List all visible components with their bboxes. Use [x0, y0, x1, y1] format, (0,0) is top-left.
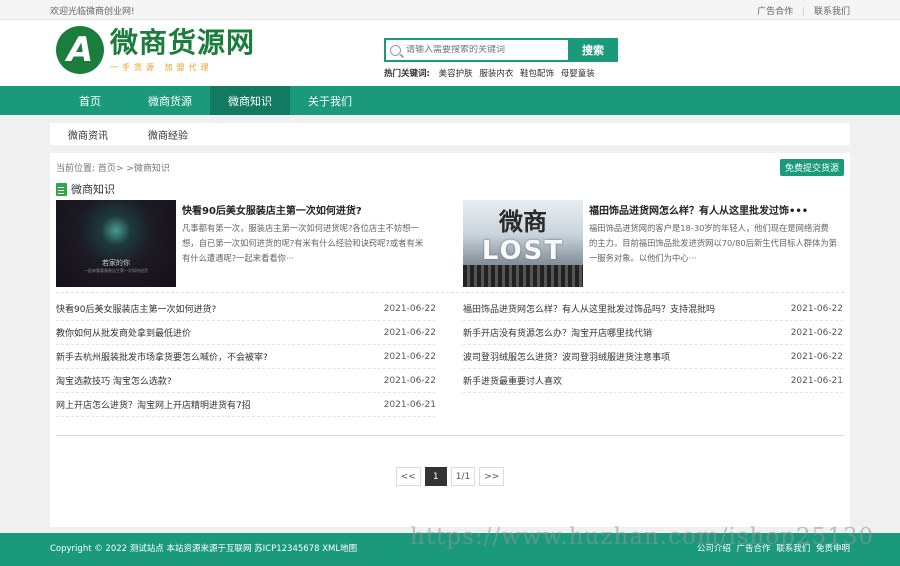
- list-item[interactable]: 福田饰品进货网怎么样？有人从这里批发过饰品吗？支持混批吗 2021-06-22: [463, 297, 843, 321]
- thumbnail-subcaption: 一起来看看服装店主第一次如何进货: [84, 268, 148, 273]
- section-header: 微商知识: [56, 182, 844, 196]
- document-icon: [56, 182, 67, 196]
- list-item-date: 2021-06-22: [383, 303, 436, 314]
- list-item-date: 2021-06-22: [790, 351, 843, 362]
- thumbnail-crowd: [463, 265, 583, 287]
- list-item-date: 2021-06-22: [383, 327, 436, 338]
- thumbnail-caption: 若家的你: [102, 259, 130, 267]
- list-item-title[interactable]: 新手去杭州服装批发市场拿货要怎么喊价，不会被宰?: [56, 350, 268, 363]
- list-item[interactable]: 网上开店怎么进货？淘宝网上开店精明进货有7招 2021-06-21: [56, 393, 436, 417]
- featured-description: 福田饰品进货网的客户是18-30岁的年轻人，他们现在是网络消费的主力。目前福田饰…: [589, 223, 837, 263]
- article-thumbnail[interactable]: 微商 LOST: [463, 200, 583, 287]
- footer-link-contact[interactable]: 联系我们: [776, 544, 810, 554]
- search-input[interactable]: [406, 45, 566, 55]
- search-button[interactable]: 搜索: [568, 38, 618, 62]
- list-item-title[interactable]: 淘宝选款技巧 淘宝怎么选款?: [56, 374, 172, 387]
- list-item-date: 2021-06-21: [383, 399, 436, 410]
- hot-keyword[interactable]: 服装内衣: [479, 69, 513, 79]
- footer-link-ads[interactable]: 广告合作: [737, 544, 771, 554]
- list-item-date: 2021-06-22: [383, 351, 436, 362]
- hot-keyword[interactable]: 母婴童装: [561, 69, 595, 79]
- divider: [56, 292, 844, 293]
- site-logo[interactable]: A 微商货源网 一手货源 加盟代理: [56, 26, 255, 74]
- submit-source-button[interactable]: 免费提交货源: [779, 158, 844, 176]
- list-item-title[interactable]: 福田饰品进货网怎么样？有人从这里批发过饰品吗？支持混批吗: [463, 302, 715, 315]
- list-item[interactable]: 新手开店没有货源怎么办？淘宝开店哪里找代销 2021-06-22: [463, 321, 843, 345]
- top-bar: 欢迎光临微商创业网! 广告合作 | 联系我们: [0, 0, 900, 20]
- subnav-item-news[interactable]: 微商资讯: [68, 127, 108, 142]
- list-item[interactable]: 波司登羽绒服怎么进货？波司登羽绒服进货注意事项 2021-06-22: [463, 345, 843, 369]
- thumbnail-lost: LOST: [481, 236, 565, 266]
- list-item-title[interactable]: 新手开店没有货源怎么办？淘宝开店哪里找代销: [463, 326, 652, 339]
- nav-item-home[interactable]: 首页: [50, 86, 130, 115]
- list-item-title[interactable]: 新手进货最重要讨人喜欢: [463, 374, 562, 387]
- main-nav: 首页 微商货源 微商知识 关于我们: [0, 86, 900, 115]
- footer-copyright: Copyright © 2022 测试站点 本站资源来源于互联网 苏ICP123…: [50, 544, 358, 554]
- main-content: 当前位置: 首页> >微商知识 免费提交货源 微商知识 若家的你 一起来看看服装…: [50, 153, 850, 527]
- top-links: 广告合作 | 联系我们: [751, 4, 850, 17]
- hot-keywords: 热门关键词: 美容护肤 服装内衣 鞋包配饰 母婴童装: [384, 67, 599, 79]
- list-item[interactable]: 快看90后美女服装店主第一次如何进货? 2021-06-22: [56, 297, 436, 321]
- search-box: [384, 38, 568, 62]
- list-item[interactable]: 新手进货最重要讨人喜欢 2021-06-21: [463, 369, 843, 393]
- featured-description: 凡事都有第一次，服装店主第一次如何进货呢?各位店主不妨想一想，自已第一次如何进货…: [182, 223, 424, 263]
- top-link-contact[interactable]: 联系我们: [814, 7, 850, 17]
- list-item[interactable]: 新手去杭州服装批发市场拿货要怎么喊价，不会被宰? 2021-06-22: [56, 345, 436, 369]
- list-item[interactable]: 教你如何从批发商处拿到最低进价 2021-06-22: [56, 321, 436, 345]
- nav-item-about[interactable]: 关于我们: [290, 86, 370, 115]
- hot-keyword[interactable]: 鞋包配饰: [520, 69, 554, 79]
- list-item-title[interactable]: 波司登羽绒服怎么进货？波司登羽绒服进货注意事项: [463, 350, 670, 363]
- list-item-title[interactable]: 网上开店怎么进货？淘宝网上开店精明进货有7招: [56, 398, 251, 411]
- featured-title[interactable]: 福田饰品进货网怎么样？有人从这里批发过饰•••: [589, 202, 837, 217]
- nav-item-sources[interactable]: 微商货源: [130, 86, 210, 115]
- footer-link-disclaimer[interactable]: 免责申明: [816, 544, 850, 554]
- hot-keywords-label: 热门关键词:: [384, 69, 430, 79]
- pager-total: 1/1: [450, 467, 476, 486]
- footer-links: 公司介绍 广告合作 联系我们 免责申明: [694, 542, 850, 554]
- section-title: 微商知识: [71, 183, 115, 196]
- list-item-date: 2021-06-22: [383, 375, 436, 386]
- footer: Copyright © 2022 测试站点 本站资源来源于互联网 苏ICP123…: [0, 533, 900, 566]
- header: A 微商货源网 一手货源 加盟代理 搜索 热门关键词: 美容护肤 服装内衣 鞋包…: [0, 20, 900, 86]
- logo-title: 微商货源网: [110, 26, 256, 59]
- welcome-text: 欢迎光临微商创业网!: [50, 6, 135, 17]
- thumbnail-word: 微商: [499, 208, 547, 236]
- breadcrumb: 当前位置: 首页> >微商知识: [56, 163, 170, 174]
- divider: [56, 435, 844, 436]
- featured-article: 若家的你 一起来看看服装店主第一次如何进货 快看90后美女服装店主第一次如何进货…: [56, 200, 436, 288]
- pagination: << 1 1/1 >>: [50, 467, 850, 486]
- nav-item-knowledge[interactable]: 微商知识: [210, 86, 290, 115]
- top-link-ads[interactable]: 广告合作: [757, 7, 793, 17]
- pager-prev-button[interactable]: <<: [395, 467, 421, 486]
- logo-slogan: 一手货源 加盟代理: [110, 63, 213, 72]
- list-item-date: 2021-06-21: [790, 375, 843, 386]
- subnav-item-experience[interactable]: 微商经验: [148, 127, 188, 142]
- featured-title[interactable]: 快看90后美女服装店主第一次如何进货?: [182, 202, 430, 217]
- pager-next-button[interactable]: >>: [479, 467, 505, 486]
- top-link-separator: |: [802, 6, 806, 17]
- list-item-title[interactable]: 快看90后美女服装店主第一次如何进货?: [56, 302, 216, 315]
- featured-article: 微商 LOST 福田饰品进货网怎么样？有人从这里批发过饰••• 福田饰品进货网的…: [463, 200, 843, 288]
- article-thumbnail[interactable]: 若家的你 一起来看看服装店主第一次如何进货: [56, 200, 176, 287]
- list-item-title[interactable]: 教你如何从批发商处拿到最低进价: [56, 326, 191, 339]
- search-bar: 搜索: [384, 38, 618, 62]
- pager-current-page[interactable]: 1: [424, 467, 447, 486]
- list-item-date: 2021-06-22: [790, 303, 843, 314]
- list-item[interactable]: 淘宝选款技巧 淘宝怎么选款? 2021-06-22: [56, 369, 436, 393]
- article-list-left: 快看90后美女服装店主第一次如何进货? 2021-06-22 教你如何从批发商处拿…: [56, 297, 436, 417]
- breadcrumb-bar: 当前位置: 首页> >微商知识 免费提交货源: [56, 158, 844, 176]
- featured-articles: 若家的你 一起来看看服装店主第一次如何进货 快看90后美女服装店主第一次如何进货…: [56, 200, 844, 288]
- article-list-right: 福田饰品进货网怎么样？有人从这里批发过饰品吗？支持混批吗 2021-06-22 新…: [463, 297, 843, 417]
- article-lists: 快看90后美女服装店主第一次如何进货? 2021-06-22 教你如何从批发商处拿…: [56, 297, 844, 417]
- footer-link-company[interactable]: 公司介绍: [697, 544, 731, 554]
- hot-keyword[interactable]: 美容护肤: [439, 69, 473, 79]
- search-icon: [390, 44, 401, 56]
- logo-icon: A: [56, 26, 104, 74]
- list-item-date: 2021-06-22: [790, 327, 843, 338]
- sub-nav: 微商资讯 微商经验: [50, 123, 850, 145]
